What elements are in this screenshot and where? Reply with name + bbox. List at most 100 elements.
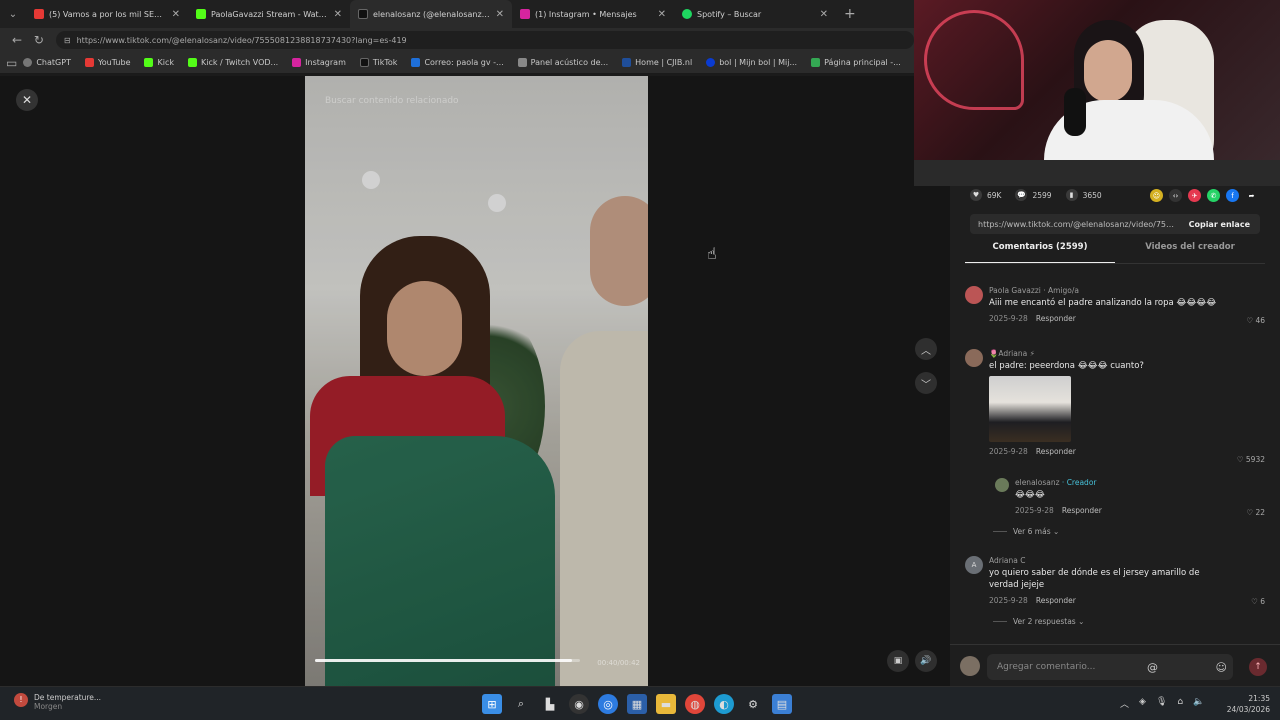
tab-creator-videos[interactable]: Videos del creador: [1115, 242, 1265, 263]
reply-button[interactable]: Responder: [1036, 596, 1076, 605]
comment-like[interactable]: ♡ 6: [1251, 597, 1265, 606]
file-explorer-icon[interactable]: ▬: [656, 694, 676, 714]
close-video-button[interactable]: ✕: [16, 89, 38, 111]
reading-list-icon[interactable]: ▭: [6, 56, 17, 70]
facebook-share-icon[interactable]: f: [1226, 189, 1239, 202]
tab-close-icon[interactable]: ✕: [172, 9, 180, 20]
messenger-icon[interactable]: ◎: [598, 694, 618, 714]
volume-icon[interactable]: 🔈: [1193, 697, 1204, 710]
bookmark-tiktok[interactable]: TikTok: [359, 58, 397, 67]
avatar[interactable]: [965, 286, 983, 304]
bookmark-kick-twitch-vod[interactable]: Kick / Twitch VOD...: [187, 58, 278, 67]
whatsapp-share-icon[interactable]: ✆: [1207, 189, 1220, 202]
bookmark-panel-acustico[interactable]: Panel acústico de...: [517, 58, 608, 67]
tray-app-icon[interactable]: ◈: [1139, 697, 1146, 710]
comment-input[interactable]: Agregar comentario... @ ☺: [987, 654, 1233, 680]
emoji-icon[interactable]: ☺: [1216, 661, 1227, 674]
share-arrow-icon[interactable]: ➦: [1245, 189, 1258, 202]
weather-alert-icon: !: [14, 693, 28, 707]
bookmark-youtube[interactable]: YouTube: [84, 58, 130, 67]
picture-in-picture-button[interactable]: ▣: [887, 650, 909, 672]
next-video-button[interactable]: ﹀: [915, 372, 937, 394]
tab-comments[interactable]: Comentarios (2599): [965, 242, 1115, 263]
taskbar-clock[interactable]: 21:35 24/03/2026: [1227, 693, 1270, 715]
related-search-text[interactable]: Buscar contenido relacionado: [325, 96, 459, 106]
comment-author[interactable]: Paola Gavazzi · Amigo/a: [989, 286, 1265, 295]
comment-image[interactable]: [989, 376, 1071, 442]
mention-icon[interactable]: @: [1147, 661, 1158, 674]
tab-close-icon[interactable]: ✕: [496, 9, 504, 20]
like-stat[interactable]: ♥ 69K: [970, 189, 1001, 201]
previous-video-button[interactable]: ︿: [915, 338, 937, 360]
avatar[interactable]: [995, 478, 1009, 492]
network-icon[interactable]: ⌂: [1177, 697, 1183, 710]
browser-tab[interactable]: (1) Instagram • Mensajes ✕: [512, 0, 674, 28]
chevron-up-icon: ︿: [921, 345, 931, 357]
url-field[interactable]: ⊟ https://www.tiktok.com/@elenalosanz/vi…: [55, 31, 914, 49]
post-comment-button[interactable]: ↑: [1249, 658, 1267, 676]
send-share-icon[interactable]: ✈: [1188, 189, 1201, 202]
comment-author[interactable]: elenalosanz · Creador: [1015, 478, 1265, 487]
bookmark-correo[interactable]: Correo: paola gv -...: [411, 58, 504, 67]
settings-gear-icon[interactable]: ⚙: [743, 694, 763, 714]
comment-stat[interactable]: 💬 2599: [1015, 189, 1052, 201]
reload-icon[interactable]: ↻: [28, 33, 50, 47]
video-player[interactable]: Buscar contenido relacionado 00:40/00:42: [305, 76, 648, 686]
bookmark-bol[interactable]: bol | Mijn bol | Mij...: [706, 58, 797, 67]
weather-widget[interactable]: ! De temperature... Morgen: [14, 693, 101, 711]
bookmark-instagram[interactable]: Instagram: [292, 58, 346, 67]
edge-icon[interactable]: ◐: [714, 694, 734, 714]
copy-link-button[interactable]: Copiar enlace: [1179, 220, 1260, 229]
reply-button[interactable]: Responder: [1036, 447, 1076, 456]
task-view-icon[interactable]: ▙: [540, 694, 560, 714]
reply-button[interactable]: Responder: [1036, 314, 1076, 323]
volume-button[interactable]: 🔊: [915, 650, 937, 672]
obs-icon[interactable]: ◉: [569, 694, 589, 714]
microphone-icon[interactable]: 🎙: [1156, 697, 1167, 710]
pip-icon: ▣: [893, 656, 903, 666]
tab-title: (1) Instagram • Mensajes: [535, 9, 637, 19]
weather-subtitle: Morgen: [34, 702, 63, 711]
reply-button[interactable]: Responder: [1062, 506, 1102, 515]
embed-code-icon[interactable]: ‹›: [1169, 189, 1182, 202]
new-tab-plus-icon[interactable]: +: [844, 6, 856, 22]
comment-like[interactable]: ♡ 5932: [1237, 455, 1265, 464]
store-icon[interactable]: ▦: [627, 694, 647, 714]
share-link-url[interactable]: https://www.tiktok.com/@elenalosanz/vide…: [970, 220, 1179, 229]
notepad-icon[interactable]: ▤: [772, 694, 792, 714]
bookmark-chatgpt[interactable]: ChatGPT: [23, 58, 71, 67]
comment-like[interactable]: ♡ 22: [1246, 508, 1265, 517]
tab-close-icon[interactable]: ✕: [334, 9, 342, 20]
browser-tab[interactable]: (5) Vamos a por los mil SEGUIDORES ✕: [26, 0, 188, 28]
comment-like[interactable]: ♡ 46: [1246, 316, 1265, 325]
neon-light-shape: [924, 10, 1024, 110]
friends-share-icon[interactable]: ☺: [1150, 189, 1163, 202]
kick-favicon-icon: [187, 58, 197, 67]
browser-tab[interactable]: PaolaGavazzi Stream - Watch Live ✕: [188, 0, 350, 28]
site-info-icon[interactable]: ⊟: [64, 36, 71, 45]
taskbar-apps: ⊞ ⌕ ▙ ◉ ◎ ▦ ▬ ◍ ◐ ⚙ ▤: [482, 694, 801, 714]
search-icon[interactable]: ⌕: [511, 694, 531, 714]
windows-taskbar: ! De temperature... Morgen ⊞ ⌕ ▙ ◉ ◎ ▦ ▬…: [0, 686, 1280, 720]
video-progress-bar[interactable]: [315, 659, 580, 662]
windows-start-icon[interactable]: ⊞: [482, 694, 502, 714]
comment-author[interactable]: 🌷Adriana ⚡: [989, 349, 1265, 358]
tab-search-dropdown-icon[interactable]: ⌄: [0, 9, 26, 20]
tab-close-icon[interactable]: ✕: [820, 9, 828, 20]
avatar[interactable]: A: [965, 556, 983, 574]
chrome-icon[interactable]: ◍: [685, 694, 705, 714]
view-more-replies[interactable]: Ver 6 más ⌄: [993, 527, 1280, 536]
bookmark-kick[interactable]: Kick: [144, 58, 174, 67]
view-replies[interactable]: Ver 2 respuestas ⌄: [993, 617, 1280, 626]
comment-author[interactable]: Adriana C: [989, 556, 1229, 565]
save-stat[interactable]: ▮ 3650: [1065, 189, 1102, 201]
bookmark-google-drive[interactable]: Página principal -...: [811, 58, 901, 67]
browser-tab[interactable]: Spotify – Buscar ✕: [674, 0, 836, 28]
browser-tab-active[interactable]: elenalosanz (@elenalosanz) | TikTok ✕: [350, 0, 512, 28]
tab-close-icon[interactable]: ✕: [658, 9, 666, 20]
chevron-up-icon[interactable]: ︿: [1120, 697, 1129, 710]
bookmark-cjib[interactable]: Home | CJIB.nl: [622, 58, 692, 67]
back-arrow-icon[interactable]: ←: [6, 33, 28, 47]
avatar[interactable]: [965, 349, 983, 367]
browser-tab-bar: ⌄ (5) Vamos a por los mil SEGUIDORES ✕ P…: [0, 0, 914, 28]
